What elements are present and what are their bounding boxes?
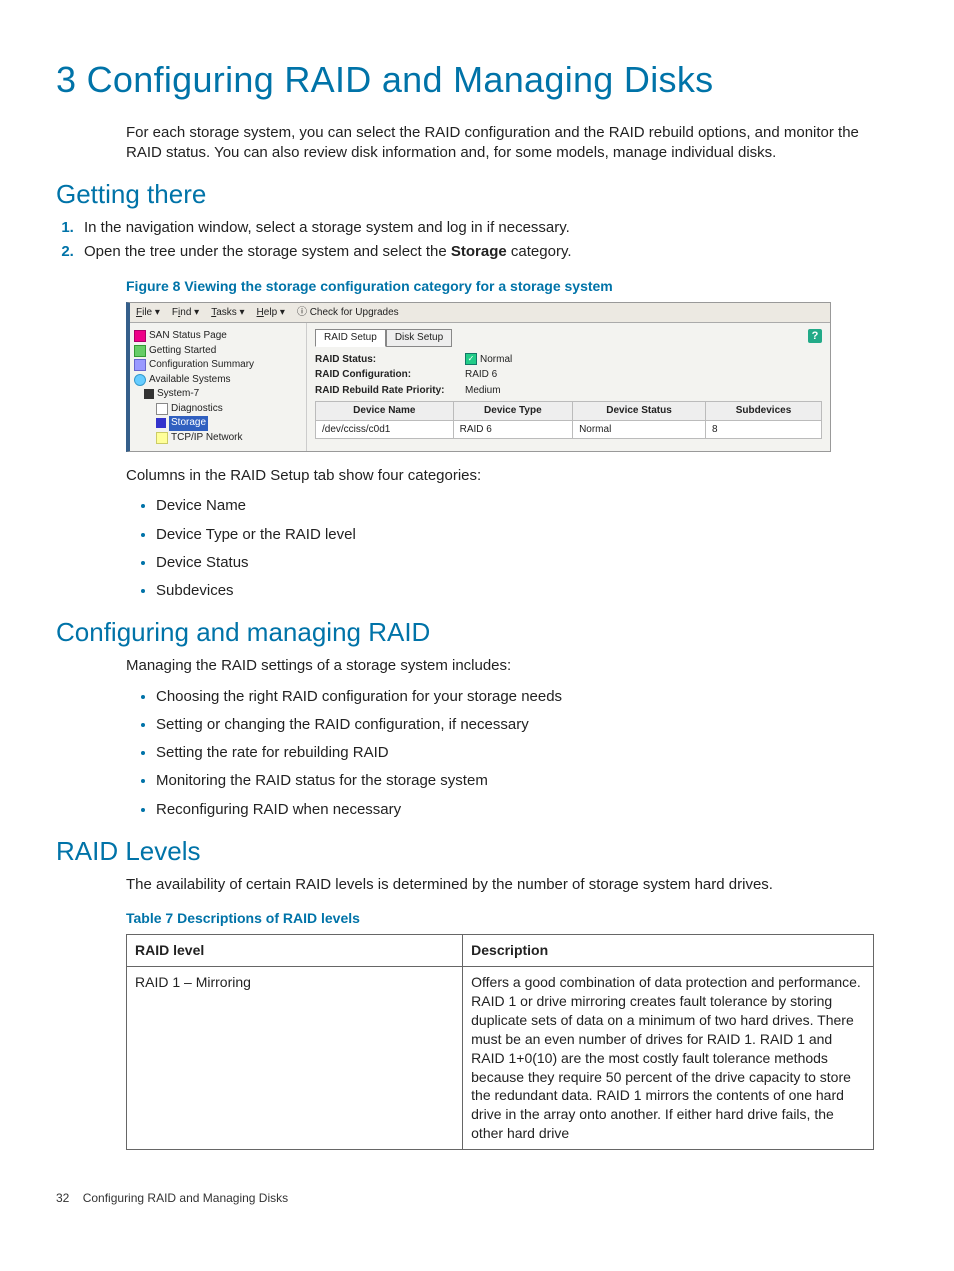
value-raid-status: Normal (480, 353, 512, 367)
col-item-type: Device Type or the RAID level (156, 525, 874, 545)
cell-device-status: Normal (573, 420, 706, 439)
tree-system-7[interactable]: System-7 (134, 387, 302, 402)
steps-list: In the navigation window, select a stora… (56, 218, 874, 263)
device-grid: Device Name Device Type Device Status Su… (315, 401, 822, 439)
label-raid-rebuild: RAID Rebuild Rate Priority: (315, 384, 465, 398)
col-item-name: Device Name (156, 496, 874, 516)
row-raid-config: RAID Configuration: RAID 6 (315, 368, 822, 382)
section-getting-there: Getting there (56, 177, 874, 212)
globe-icon (134, 374, 146, 386)
table-row-raid1: RAID 1 – Mirroring Offers a good combina… (127, 967, 874, 1150)
cell-subdevices: 8 (705, 420, 821, 439)
page-footer: 32 Configuring RAID and Managing Disks (56, 1190, 874, 1206)
columns-intro: Columns in the RAID Setup tab show four … (126, 466, 874, 486)
step-2-text-c: category. (507, 243, 572, 260)
screenshot-main-panel: ? RAID Setup Disk Setup RAID Status: ✓ N… (307, 323, 830, 451)
tree-san-status[interactable]: SAN Status Page (134, 329, 302, 344)
tree-storage[interactable]: Storage (134, 416, 302, 431)
footer-title: Configuring RAID and Managing Disks (83, 1191, 288, 1205)
tree-network[interactable]: TCP/IP Network (134, 431, 302, 446)
summary-icon (134, 359, 146, 371)
step-2: Open the tree under the storage system a… (78, 242, 874, 262)
check-icon: ✓ (465, 353, 477, 365)
section-configuring-raid: Configuring and managing RAID (56, 615, 874, 650)
label-raid-config: RAID Configuration: (315, 368, 465, 382)
step-1: In the navigation window, select a stora… (78, 218, 874, 238)
grid-row[interactable]: /dev/cciss/c0d1 RAID 6 Normal 8 (316, 420, 822, 439)
col-device-type[interactable]: Device Type (453, 402, 572, 421)
table-7-caption: Table 7 Descriptions of RAID levels (126, 909, 874, 928)
manage-item-5: Reconfiguring RAID when necessary (156, 800, 874, 820)
tree-available-systems[interactable]: Available Systems (134, 373, 302, 388)
server-icon (144, 389, 154, 399)
cell-description: Offers a good combination of data protec… (463, 967, 874, 1150)
value-raid-rebuild: Medium (465, 384, 501, 398)
nav-tree: SAN Status Page Getting Started Configur… (130, 323, 307, 451)
value-raid-config: RAID 6 (465, 368, 497, 382)
intro-paragraph: For each storage system, you can select … (126, 123, 874, 164)
home-icon (134, 330, 146, 342)
col-subdevices[interactable]: Subdevices (705, 402, 821, 421)
manage-item-3: Setting the rate for rebuilding RAID (156, 743, 874, 763)
th-raid-level: RAID level (127, 935, 463, 967)
tab-disk-setup[interactable]: Disk Setup (386, 329, 452, 347)
row-raid-rebuild: RAID Rebuild Rate Priority: Medium (315, 384, 822, 398)
cell-device-type: RAID 6 (453, 420, 572, 439)
table-raid-levels: RAID level Description RAID 1 – Mirrorin… (126, 934, 874, 1150)
step-2-text-a: Open the tree under the storage system a… (84, 243, 451, 260)
tree-getting-started[interactable]: Getting Started (134, 344, 302, 359)
managing-list: Choosing the right RAID configuration fo… (126, 687, 874, 820)
col-item-sub: Subdevices (156, 581, 874, 601)
raid-levels-lead: The availability of certain RAID levels … (126, 875, 874, 895)
menu-check-upgrades[interactable]: ⓘ Check for Upgrades (297, 306, 399, 320)
help-icon[interactable]: ? (808, 329, 822, 343)
diagnostics-icon (156, 403, 168, 415)
grid-header-row: Device Name Device Type Device Status Su… (316, 402, 822, 421)
manage-item-1: Choosing the right RAID configuration fo… (156, 687, 874, 707)
managing-lead: Managing the RAID settings of a storage … (126, 656, 874, 676)
chapter-title: 3 Configuring RAID and Managing Disks (56, 56, 874, 105)
col-device-status[interactable]: Device Status (573, 402, 706, 421)
th-description: Description (463, 935, 874, 967)
cell-device-name: /dev/cciss/c0d1 (316, 420, 454, 439)
col-item-status: Device Status (156, 553, 874, 573)
page-number: 32 (56, 1191, 69, 1205)
doc-icon (134, 345, 146, 357)
label-raid-status: RAID Status: (315, 353, 465, 367)
figure-8-caption: Figure 8 Viewing the storage configurati… (126, 277, 874, 296)
section-raid-levels: RAID Levels (56, 834, 874, 869)
menu-tasks[interactable]: Tasks ▾ (211, 306, 244, 320)
network-icon (156, 432, 168, 444)
tree-config-summary[interactable]: Configuration Summary (134, 358, 302, 373)
tab-raid-setup[interactable]: RAID Setup (315, 329, 386, 347)
menu-find[interactable]: Find ▾ (172, 306, 199, 320)
manage-item-2: Setting or changing the RAID configurati… (156, 715, 874, 735)
tab-bar: RAID Setup Disk Setup (315, 329, 808, 347)
menu-help[interactable]: Help ▾ (257, 306, 285, 320)
col-device-name[interactable]: Device Name (316, 402, 454, 421)
screenshot-menubar: File ▾ Find ▾ Tasks ▾ Help ▾ ⓘ Check for… (130, 303, 830, 324)
cell-raid-level: RAID 1 – Mirroring (127, 967, 463, 1150)
row-raid-status: RAID Status: ✓ Normal (315, 353, 822, 367)
step-2-bold: Storage (451, 243, 507, 260)
screenshot-figure-8: File ▾ Find ▾ Tasks ▾ Help ▾ ⓘ Check for… (126, 302, 831, 453)
storage-icon (156, 418, 166, 428)
manage-item-4: Monitoring the RAID status for the stora… (156, 771, 874, 791)
table-header-row: RAID level Description (127, 935, 874, 967)
menu-file[interactable]: File ▾ (136, 306, 160, 320)
tree-diagnostics[interactable]: Diagnostics (134, 402, 302, 417)
columns-list: Device Name Device Type or the RAID leve… (126, 496, 874, 601)
